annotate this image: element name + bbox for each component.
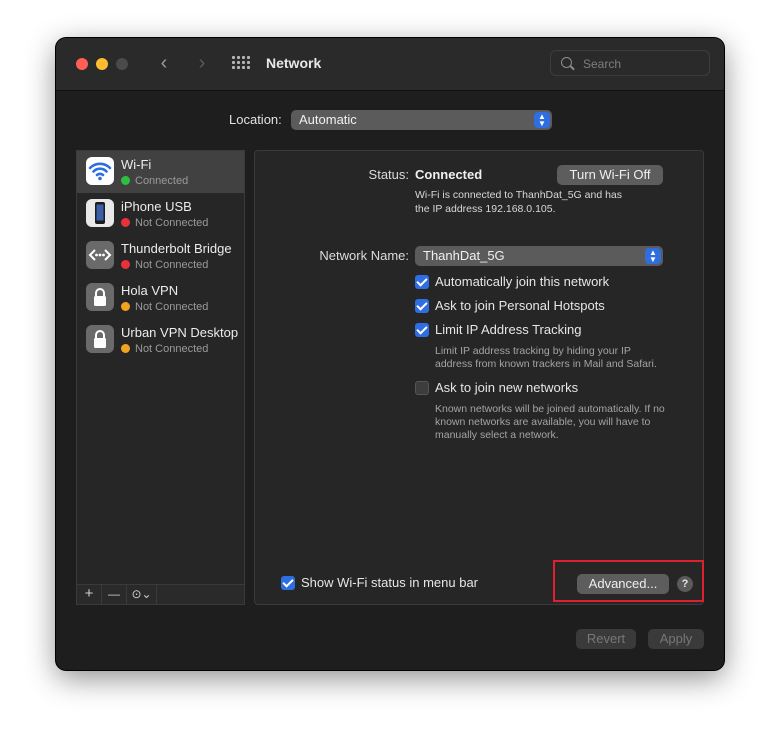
service-name: Hola VPN [121,283,179,298]
service-status: Not Connected [121,217,208,229]
network-name-popup[interactable]: ThanhDat_5G ▲ ▼ [415,246,663,266]
thunderbolt-bridge-icon [86,241,114,269]
iphone-icon [86,199,114,227]
limit-ip-tracking-checkbox[interactable] [415,323,429,337]
action-menu-button[interactable]: ⊙⌄ [127,585,157,604]
wifi-icon [86,157,114,185]
status-value: Connected [415,167,483,182]
show-all-grid-icon[interactable] [232,56,250,70]
auto-join-label: Automatically join this network [435,274,610,289]
popup-arrows-icon: ▲ ▼ [645,248,661,264]
network-name-label: Network Name: [319,248,409,263]
close-window-button[interactable] [76,58,88,70]
service-status: Not Connected [121,343,208,355]
network-name-value: ThanhDat_5G [423,248,505,263]
wifi-detail-panel: Status: Connected Turn Wi-Fi Off Wi-Fi i… [254,150,704,605]
status-dot-green [121,176,130,185]
service-item-hola-vpn[interactable]: Hola VPN Not Connected [77,277,244,319]
revert-button[interactable]: Revert [576,629,636,649]
service-name: Thunderbolt Bridge [121,241,232,256]
status-description-2: the IP address 192.168.0.105. [415,203,556,215]
service-status: Not Connected [121,259,208,271]
status-dot-yellow [121,302,130,311]
search-field[interactable] [550,50,710,76]
back-arrow-icon[interactable]: ‹ [154,53,174,73]
status-dot-red [121,218,130,227]
new-networks-description-1: Known networks will be joined automatica… [435,403,665,415]
service-name: Urban VPN Desktop [121,325,239,340]
service-item-iphone-usb[interactable]: iPhone USB Not Connected [77,193,244,235]
service-list-toolbar: + — ⊙⌄ [76,585,245,605]
service-status: Connected [121,175,188,187]
search-icon [561,57,572,68]
location-value: Automatic [299,112,357,127]
lock-icon [86,325,114,353]
status-label: Status: [368,167,409,182]
ask-new-networks-label: Ask to join new networks [435,380,579,395]
add-service-button[interactable]: + [77,585,102,604]
service-item-urban-vpn[interactable]: Urban VPN Desktop Not Connected [77,319,244,361]
lock-icon [86,283,114,311]
new-networks-description-2: known networks are available, you will h… [435,416,651,428]
auto-join-checkbox[interactable] [415,275,429,289]
title-bar: ‹ › Network [56,38,724,91]
minimize-window-button[interactable] [96,58,108,70]
service-list: Wi-Fi Connected iPhone USB Not Connected [76,150,245,585]
limit-ip-tracking-label: Limit IP Address Tracking [435,322,582,337]
remove-service-button[interactable]: — [102,585,127,604]
search-input[interactable] [581,55,705,73]
forward-arrow-icon[interactable]: › [192,53,212,73]
ask-hotspots-checkbox[interactable] [415,299,429,313]
service-name: iPhone USB [121,199,192,214]
service-status: Not Connected [121,301,208,313]
service-item-wifi[interactable]: Wi-Fi Connected [77,151,244,193]
status-description-1: Wi-Fi is connected to ThanhDat_5G and ha… [415,189,623,201]
limit-ip-description-2: address from known trackers in Mail and … [435,358,657,370]
zoom-window-button[interactable] [116,58,128,70]
advanced-highlight-box [553,560,704,602]
status-dot-red [121,260,130,269]
service-name: Wi-Fi [121,157,152,172]
apply-button[interactable]: Apply [648,629,704,649]
ask-hotspots-label: Ask to join Personal Hotspots [435,298,605,313]
show-wifi-menu-bar-checkbox[interactable] [281,576,295,590]
show-wifi-menu-bar-label: Show Wi-Fi status in menu bar [301,575,479,590]
status-dot-yellow [121,344,130,353]
window-title: Network [266,55,322,71]
service-item-thunderbolt-bridge[interactable]: Thunderbolt Bridge Not Connected [77,235,244,277]
limit-ip-description-1: Limit IP address tracking by hiding your… [435,345,631,357]
popup-arrows-icon: ▲ ▼ [534,112,550,128]
new-networks-description-3: manually select a network. [435,429,559,441]
ask-new-networks-checkbox[interactable] [415,381,429,395]
network-preferences-window: ‹ › Network Location: Automatic ▲▼ [56,38,724,670]
location-label: Location: [229,112,282,127]
location-popup[interactable]: Automatic ▲ ▼ [291,110,552,130]
turn-wifi-off-button[interactable]: Turn Wi-Fi Off [557,165,663,185]
